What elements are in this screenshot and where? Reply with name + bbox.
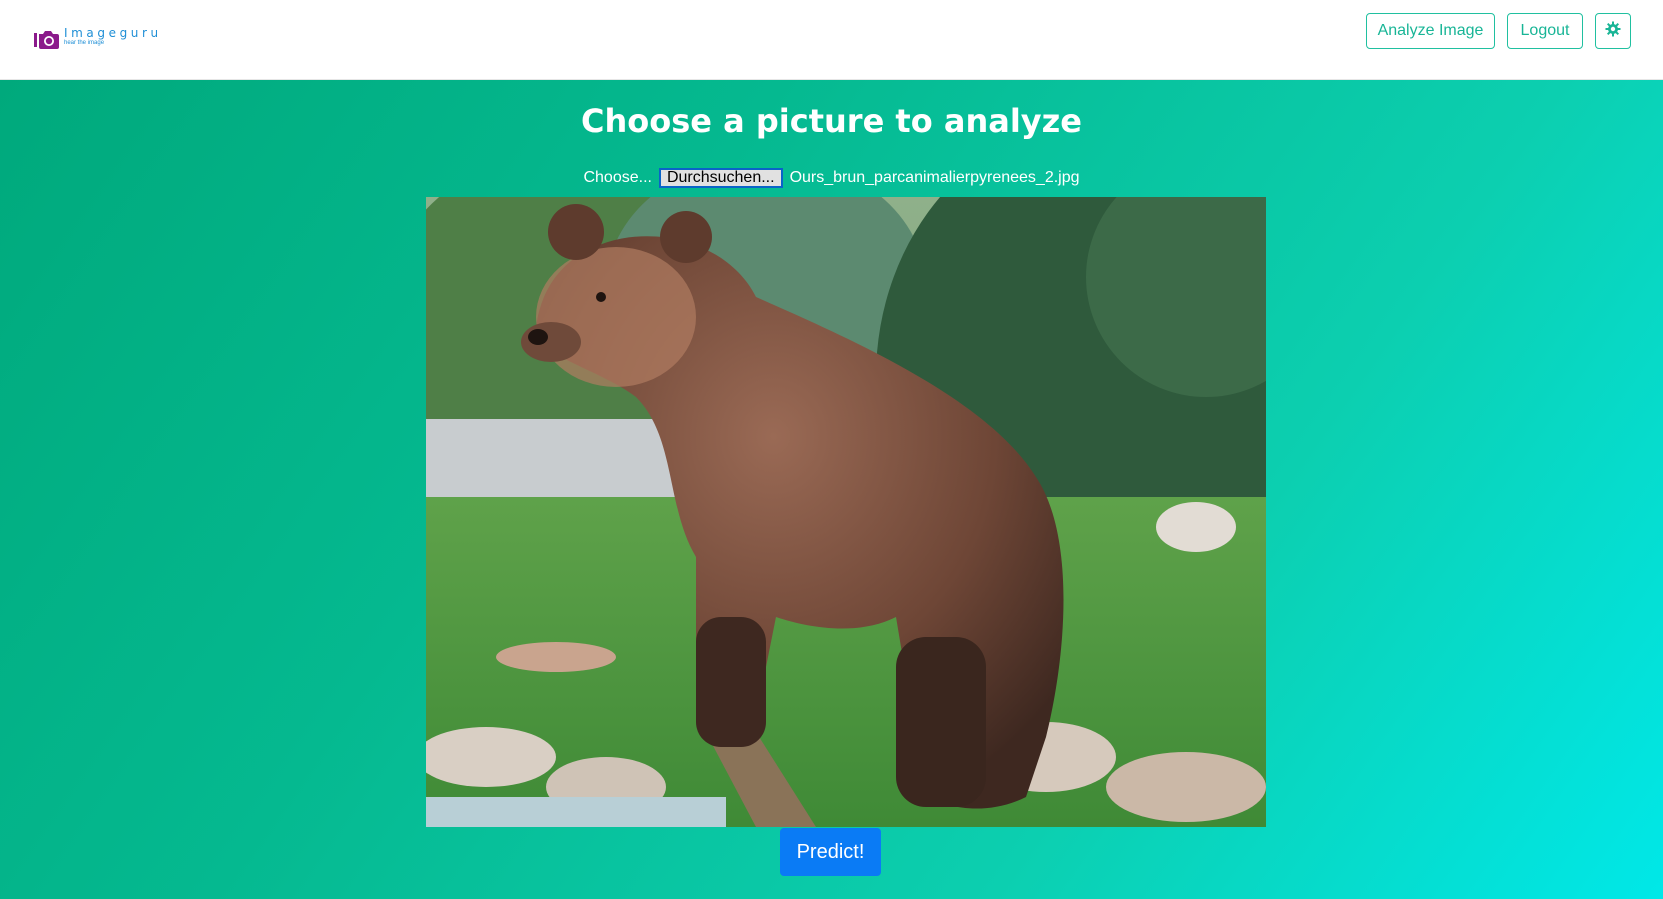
main-section: Choose a picture to analyze Choose... Du…: [0, 80, 1663, 899]
file-label: Choose...: [583, 169, 652, 186]
logout-button[interactable]: Logout: [1507, 13, 1583, 49]
navbar: Imageguru hear the image Analyze Image L…: [0, 0, 1663, 80]
image-preview: [426, 197, 1266, 827]
predict-button[interactable]: Predict!: [780, 828, 881, 876]
brand-logo-link[interactable]: Imageguru hear the image: [34, 27, 162, 51]
selected-file-name: Ours_brun_parcanimalierpyrenees_2.jpg: [789, 169, 1080, 186]
browse-button[interactable]: Durchsuchen...: [658, 168, 783, 188]
file-input-group: Choose... Durchsuchen... Ours_brun_parca…: [0, 168, 1663, 188]
analyze-image-button[interactable]: Analyze Image: [1366, 13, 1495, 49]
camera-icon: [34, 29, 60, 51]
brand-tagline: hear the image: [64, 40, 105, 46]
gear-icon: [1605, 21, 1621, 42]
settings-button[interactable]: [1595, 13, 1631, 49]
bear-photo: [426, 197, 1266, 827]
page-title: Choose a picture to analyze: [581, 102, 1082, 140]
brand-name: Imageguru: [64, 26, 162, 40]
